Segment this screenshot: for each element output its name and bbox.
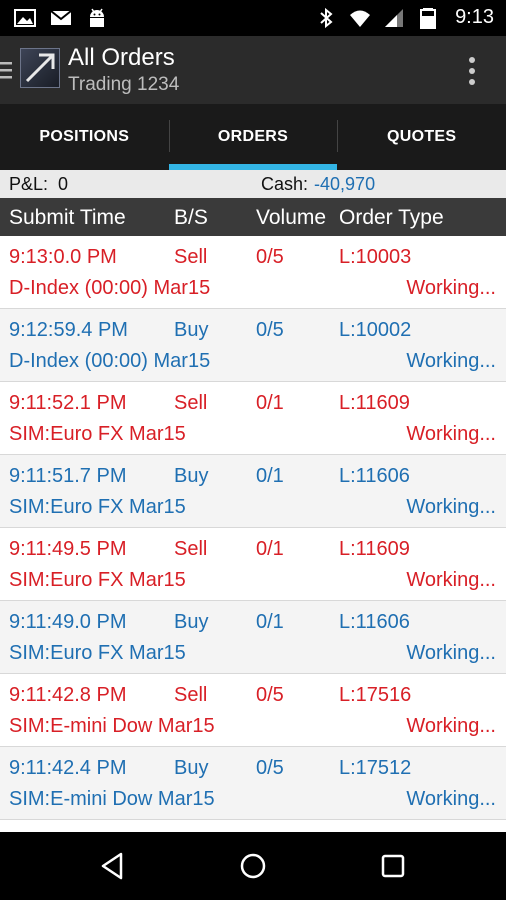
order-type: L:11609 [339,538,410,560]
order-time: 9:11:42.8 PM [9,684,127,706]
order-status: Working... [406,277,496,299]
order-side: Buy [174,611,209,633]
navigation-bar [0,832,506,900]
order-instrument: SIM:Euro FX Mar15 [9,496,186,518]
order-side: Sell [174,246,208,268]
order-row[interactable]: 9:12:59.4 PM Buy 0/5 L:10002 D-Index (00… [0,309,506,382]
order-volume: 0/5 [256,684,284,706]
pnl-value: 0 [58,174,69,194]
order-row[interactable]: 9:11:42.4 PM Buy 0/5 L:17512 SIM:E-mini … [0,747,506,820]
page-title: All Orders [68,44,175,71]
order-row[interactable]: 9:11:51.7 PM Buy 0/1 L:11606 SIM:Euro FX… [0,455,506,528]
order-volume: 0/5 [256,246,284,268]
order-type: L:17516 [339,684,412,706]
order-instrument: SIM:E-mini Dow Mar15 [9,715,215,737]
order-volume: 0/1 [256,611,284,633]
drawer-icon[interactable] [0,60,12,80]
overflow-menu-icon[interactable] [468,56,476,86]
order-row[interactable]: 9:11:42.8 PM Sell 0/5 L:17516 SIM:E-mini… [0,674,506,747]
tab-positions[interactable]: POSITIONS [0,104,169,170]
order-side: Buy [174,465,209,487]
tab-orders[interactable]: ORDERS [168,104,338,170]
order-time: 9:11:42.4 PM [9,757,127,779]
order-time: 9:11:49.0 PM [9,611,127,633]
cash-value: -40,970 [314,174,376,194]
order-instrument: D-Index (00:00) Mar15 [9,350,211,372]
order-instrument: SIM:Euro FX Mar15 [9,423,186,445]
column-volume[interactable]: Volume [256,206,326,230]
action-bar: All Orders Trading 1234 [0,36,506,104]
tab-quotes[interactable]: QUOTES [337,104,506,170]
order-status: Working... [406,569,496,591]
tab-bar: POSITIONS ORDERS QUOTES [0,104,506,170]
order-instrument: SIM:Euro FX Mar15 [9,642,186,664]
battery-icon [420,7,437,29]
order-type: L:10003 [339,246,412,268]
order-row[interactable]: 9:11:49.5 PM Sell 0/1 L:11609 SIM:Euro F… [0,528,506,601]
order-time: 9:11:49.5 PM [9,538,127,560]
order-side: Buy [174,757,209,779]
order-volume: 0/1 [256,392,284,414]
order-type: L:11609 [339,392,410,414]
pnl-label: P&L: [9,174,49,194]
order-status: Working... [406,350,496,372]
cash: Cash: -40,970 [261,174,375,195]
order-status: Working... [406,642,496,664]
android-icon [90,8,104,27]
status-clock: 9:13 [455,6,494,28]
signal-icon [385,8,404,27]
column-bs[interactable]: B/S [174,206,208,230]
pnl: P&L: 0 [9,174,68,195]
orders-list: 9:13:0.0 PM Sell 0/5 L:10003 D-Index (00… [0,236,506,832]
cash-label: Cash: [261,174,309,194]
order-row[interactable]: 9:13:0.0 PM Sell 0/5 L:10003 D-Index (00… [0,236,506,309]
order-volume: 0/1 [256,538,284,560]
order-time: 9:11:52.1 PM [9,392,127,414]
app-logo[interactable] [20,48,60,88]
account-summary: P&L: 0 Cash: -40,970 [0,170,506,198]
order-type: L:11606 [339,611,410,633]
order-volume: 0/5 [256,757,284,779]
home-icon[interactable] [237,850,269,882]
order-type: L:11606 [339,465,410,487]
column-order-type[interactable]: Order Type [339,206,444,230]
order-status: Working... [406,788,496,810]
status-bar: 9:13 [0,0,506,36]
order-status: Working... [406,496,496,518]
order-instrument: SIM:E-mini Dow Mar15 [9,788,215,810]
orders-column-header: Submit Time B/S Volume Order Type [0,198,506,236]
order-time: 9:12:59.4 PM [9,319,128,341]
order-time: 9:13:0.0 PM [9,246,117,268]
image-icon [14,9,36,27]
system-icons: 9:13 [315,6,494,29]
order-instrument: D-Index (00:00) Mar15 [9,277,211,299]
order-time: 9:11:51.7 PM [9,465,127,487]
order-row[interactable]: 9:11:52.1 PM Sell 0/1 L:11609 SIM:Euro F… [0,382,506,455]
recents-icon[interactable] [377,850,409,882]
order-volume: 0/5 [256,319,284,341]
order-instrument: SIM:Euro FX Mar15 [9,569,186,591]
order-status: Working... [406,715,496,737]
order-side: Buy [174,319,209,341]
order-side: Sell [174,538,208,560]
order-type: L:10002 [339,319,412,341]
notification-icons [14,7,108,29]
order-type: L:17512 [339,757,412,779]
gmail-icon [50,10,72,25]
order-row[interactable]: 9:11:49.0 PM Buy 0/1 L:11606 SIM:Euro FX… [0,601,506,674]
logo-mark-icon [25,53,55,83]
order-volume: 0/1 [256,465,284,487]
column-submit-time[interactable]: Submit Time [9,206,126,230]
order-status: Working... [406,423,496,445]
wifi-icon [350,10,371,27]
bluetooth-icon [320,7,333,28]
order-side: Sell [174,392,208,414]
back-icon[interactable] [97,850,129,882]
page-subtitle: Trading 1234 [68,74,180,95]
order-side: Sell [174,684,208,706]
